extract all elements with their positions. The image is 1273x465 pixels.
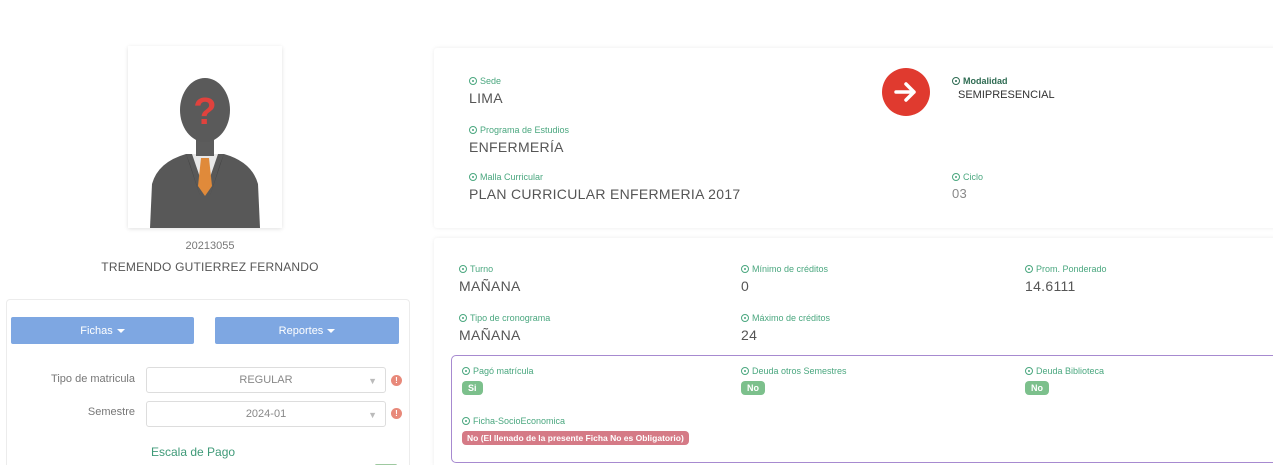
arrow-right-icon	[882, 68, 930, 116]
tipo-matricula-label: Tipo de matricula	[51, 373, 135, 385]
avatar-placeholder-icon: ?	[150, 78, 260, 228]
sede-label: Sede	[469, 76, 503, 86]
ciclo-label-text: Ciclo	[963, 172, 984, 182]
student-code: 20213055	[185, 240, 235, 252]
pago-matricula-badge: Si	[462, 381, 483, 395]
promedio-field: Prom. Ponderado 14.6111	[1025, 264, 1107, 294]
cronograma-value: MAÑANA	[459, 327, 521, 343]
malla-label-text: Malla Curricular	[480, 172, 544, 182]
student-name: TREMENDO GUTIERREZ FERNANDO	[101, 260, 319, 274]
student-panel: ? 20213055 TREMENDO GUTIERREZ FERNANDO F…	[6, 22, 414, 465]
deuda-biblioteca-label-text: Deuda Biblioteca	[1036, 366, 1105, 376]
minimo-creditos-label: Mínimo de créditos	[741, 264, 828, 274]
minimo-creditos-value: 0	[741, 278, 750, 294]
promedio-label: Prom. Ponderado	[1025, 264, 1107, 274]
pago-matricula-label: Pagó matrícula	[462, 366, 534, 376]
programa-label: Programa de Estudios	[469, 125, 569, 135]
status-box	[451, 355, 1273, 463]
circle-dot-icon	[1025, 265, 1033, 273]
promedio-label-text: Prom. Ponderado	[1036, 264, 1107, 274]
warning-icon: !	[391, 375, 402, 386]
programa-label-text: Programa de Estudios	[480, 125, 570, 135]
chevron-down-icon	[327, 328, 336, 333]
sede-label-text: Sede	[480, 76, 502, 86]
ciclo-label: Ciclo	[952, 172, 983, 182]
ficha-socioeconomica-label-text: Ficha-SocioEconomica	[473, 416, 566, 426]
enrollment-controls: Fichas Reportes Tipo de matricula REGULA…	[6, 299, 410, 465]
ciclo-value: 03	[952, 186, 968, 201]
reportes-button-label: Reportes	[278, 324, 324, 337]
deuda-semestres-label-text: Deuda otros Semestres	[752, 366, 847, 376]
deuda-biblioteca-field: Deuda Biblioteca No	[1025, 366, 1104, 396]
maximo-creditos-value: 24	[741, 327, 758, 343]
programa-value: ENFERMERÍA	[469, 139, 564, 155]
circle-dot-icon	[462, 417, 470, 425]
circle-dot-icon	[469, 173, 477, 181]
minimo-creditos-field: Mínimo de créditos 0	[741, 264, 828, 294]
deuda-biblioteca-label: Deuda Biblioteca	[1025, 366, 1104, 376]
semestre-label: Semestre	[87, 406, 135, 418]
tipo-matricula-select[interactable]: REGULAR ▼	[146, 367, 386, 393]
circle-dot-icon	[741, 265, 749, 273]
turno-field: Turno MAÑANA	[459, 264, 521, 294]
page: ? 20213055 TREMENDO GUTIERREZ FERNANDO F…	[0, 0, 1273, 465]
maximo-creditos-label: Máximo de créditos	[741, 313, 830, 323]
chevron-down-icon	[116, 328, 125, 333]
programa-field: Programa de Estudios ENFERMERÍA	[469, 125, 569, 155]
turno-value: MAÑANA	[459, 278, 521, 294]
turno-label: Turno	[459, 264, 521, 274]
minimo-creditos-label-text: Mínimo de créditos	[752, 264, 829, 274]
cronograma-label-text: Tipo de cronograma	[470, 313, 551, 323]
semestre-select[interactable]: 2024-01 ▼	[146, 401, 386, 427]
circle-dot-icon	[741, 314, 749, 322]
ciclo-field: Ciclo 03	[952, 172, 983, 201]
circle-dot-icon	[459, 314, 467, 322]
modalidad-label: Modalidad	[952, 76, 1055, 86]
sede-field: Sede LIMA	[469, 76, 503, 106]
tipo-matricula-value: REGULAR	[239, 374, 293, 386]
circle-dot-icon	[469, 126, 477, 134]
ficha-socioeconomica-field: Ficha-SocioEconomica No (El llenado de l…	[462, 416, 689, 446]
circle-dot-icon	[462, 367, 470, 375]
ficha-socioeconomica-badge: No (El llenado de la presente Ficha No e…	[462, 431, 689, 445]
deuda-biblioteca-badge: No	[1025, 381, 1049, 395]
modalidad-label-text: Modalidad	[963, 76, 1008, 86]
modalidad-value: SEMIPRESENCIAL	[958, 89, 1055, 101]
cronograma-field: Tipo de cronograma MAÑANA	[459, 313, 550, 343]
maximo-creditos-field: Máximo de créditos 24	[741, 313, 830, 343]
deuda-semestres-label: Deuda otros Semestres	[741, 366, 847, 376]
circle-dot-icon	[459, 265, 467, 273]
select-arrow-icon: ▼	[368, 410, 377, 420]
malla-value: PLAN CURRICULAR ENFERMERIA 2017	[469, 186, 741, 202]
pago-matricula-field: Pagó matrícula Si	[462, 366, 534, 396]
maximo-creditos-label-text: Máximo de créditos	[752, 313, 831, 323]
cronograma-label: Tipo de cronograma	[459, 313, 550, 323]
arrow-right-glyph	[894, 82, 916, 102]
fichas-button-label: Fichas	[80, 324, 113, 337]
sede-value: LIMA	[469, 90, 503, 106]
malla-label: Malla Curricular	[469, 172, 741, 182]
svg-text:?: ?	[193, 91, 216, 133]
deuda-semestres-field: Deuda otros Semestres No	[741, 366, 847, 396]
promedio-value: 14.6111	[1025, 278, 1076, 294]
turno-label-text: Turno	[470, 264, 494, 274]
warning-icon: !	[391, 408, 402, 419]
semestre-value: 2024-01	[245, 408, 287, 420]
modalidad-field: Modalidad SEMIPRESENCIAL	[952, 76, 1055, 101]
circle-dot-icon	[952, 77, 960, 85]
pago-matricula-label-text: Pagó matrícula	[473, 366, 534, 376]
malla-field: Malla Curricular PLAN CURRICULAR ENFERME…	[469, 172, 741, 202]
ficha-socioeconomica-label: Ficha-SocioEconomica	[462, 416, 689, 426]
circle-dot-icon	[1025, 367, 1033, 375]
circle-dot-icon	[469, 77, 477, 85]
deuda-semestres-badge: No	[741, 381, 765, 395]
escala-pago-link[interactable]: Escala de Pago	[151, 445, 235, 459]
circle-dot-icon	[741, 367, 749, 375]
reportes-button[interactable]: Reportes	[215, 317, 399, 344]
select-arrow-icon: ▼	[368, 376, 377, 386]
circle-dot-icon	[952, 173, 960, 181]
student-photo: ?	[128, 46, 282, 228]
fichas-button[interactable]: Fichas	[11, 317, 194, 344]
